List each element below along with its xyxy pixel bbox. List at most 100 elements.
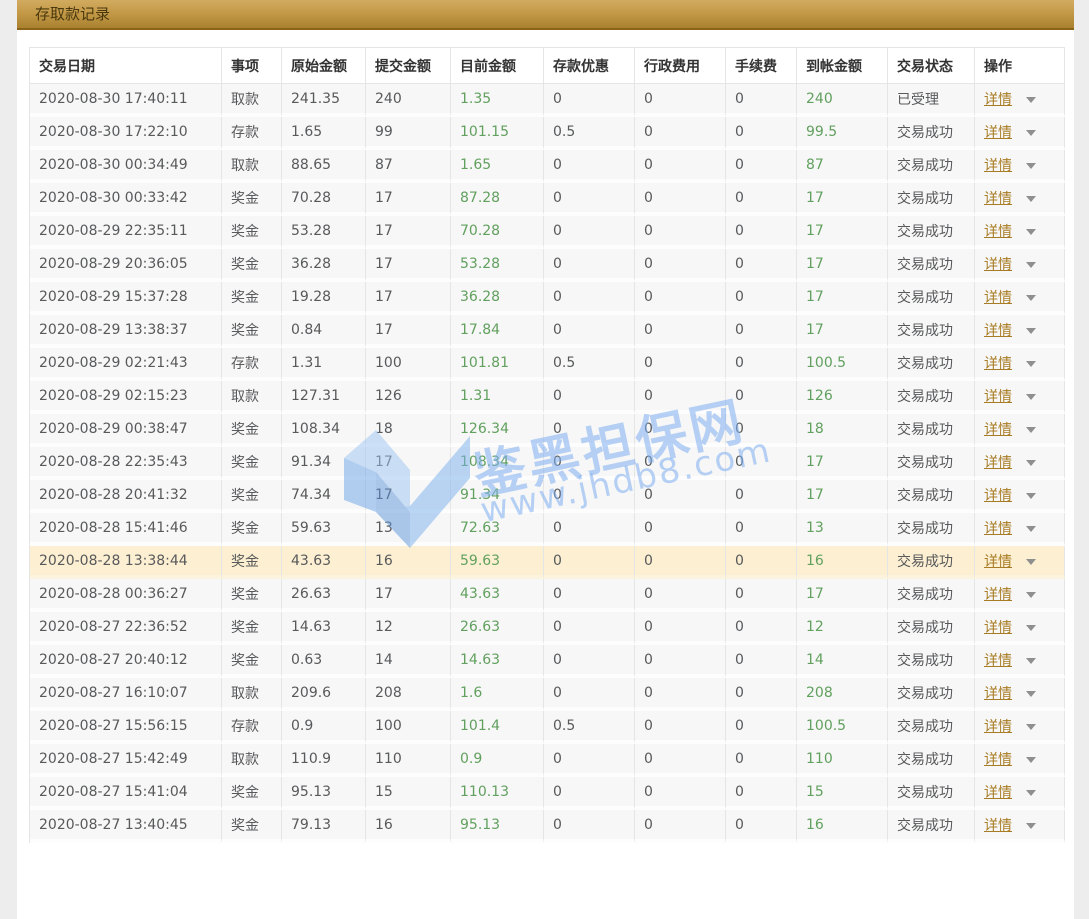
cell-current-amount: 59.63 [451,546,544,579]
cell-item: 奖金 [222,414,282,447]
cell-submitted-amount: 240 [366,84,451,117]
cell-status: 交易成功 [888,612,975,645]
cell-item: 奖金 [222,612,282,645]
cell-original-amount: 0.84 [282,315,366,348]
cell-status: 交易成功 [888,315,975,348]
cell-action: 详情 [975,777,1065,810]
cell-received-amount: 17 [797,216,888,249]
cell-item: 取款 [222,744,282,777]
caret-down-icon[interactable] [1026,361,1036,367]
cell-item: 取款 [222,150,282,183]
detail-link[interactable]: 详情 [984,620,1012,636]
caret-down-icon[interactable] [1026,724,1036,730]
cell-item: 奖金 [222,810,282,843]
table-body: 2020-08-30 17:40:11 取款 241.35 240 1.35 0… [30,84,1065,843]
cell-current-amount: 95.13 [451,810,544,843]
cell-deposit-bonus: 0 [544,777,635,810]
cell-handling-fee: 0 [726,777,797,810]
cell-admin-fee: 0 [635,810,726,843]
col-header-item: 事项 [222,48,282,84]
detail-link[interactable]: 详情 [984,224,1012,240]
detail-link[interactable]: 详情 [984,125,1012,141]
cell-original-amount: 88.65 [282,150,366,183]
detail-link[interactable]: 详情 [984,389,1012,405]
cell-admin-fee: 0 [635,249,726,282]
cell-date: 2020-08-27 15:42:49 [30,744,222,777]
cell-action: 详情 [975,282,1065,315]
caret-down-icon[interactable] [1026,757,1036,763]
detail-link[interactable]: 详情 [984,422,1012,438]
detail-link[interactable]: 详情 [984,455,1012,471]
table-row: 2020-08-29 00:38:47 奖金 108.34 18 126.34 … [30,414,1065,447]
table-row: 2020-08-27 13:40:45 奖金 79.13 16 95.13 0 … [30,810,1065,843]
caret-down-icon[interactable] [1026,295,1036,301]
detail-link[interactable]: 详情 [984,521,1012,537]
cell-admin-fee: 0 [635,744,726,777]
detail-link[interactable]: 详情 [984,752,1012,768]
cell-original-amount: 110.9 [282,744,366,777]
caret-down-icon[interactable] [1026,460,1036,466]
caret-down-icon[interactable] [1026,262,1036,268]
cell-submitted-amount: 126 [366,381,451,414]
caret-down-icon[interactable] [1026,823,1036,829]
caret-down-icon[interactable] [1026,592,1036,598]
detail-link[interactable]: 详情 [984,818,1012,834]
caret-down-icon[interactable] [1026,493,1036,499]
caret-down-icon[interactable] [1026,196,1036,202]
detail-link[interactable]: 详情 [984,191,1012,207]
detail-link[interactable]: 详情 [984,686,1012,702]
records-table: 交易日期 事项 原始金额 提交金额 目前金额 存款优惠 行政费用 手续费 到帐金… [29,47,1065,843]
cell-status: 交易成功 [888,513,975,546]
cell-date: 2020-08-27 16:10:07 [30,678,222,711]
cell-deposit-bonus: 0 [544,579,635,612]
cell-handling-fee: 0 [726,249,797,282]
detail-link[interactable]: 详情 [984,356,1012,372]
cell-action: 详情 [975,117,1065,150]
cell-action: 详情 [975,810,1065,843]
detail-link[interactable]: 详情 [984,323,1012,339]
detail-link[interactable]: 详情 [984,785,1012,801]
caret-down-icon[interactable] [1026,229,1036,235]
caret-down-icon[interactable] [1026,658,1036,664]
detail-link[interactable]: 详情 [984,158,1012,174]
cell-received-amount: 16 [797,810,888,843]
table-row: 2020-08-27 15:41:04 奖金 95.13 15 110.13 0… [30,777,1065,810]
detail-link[interactable]: 详情 [984,488,1012,504]
table-row: 2020-08-29 02:21:43 存款 1.31 100 101.81 0… [30,348,1065,381]
cell-action: 详情 [975,711,1065,744]
caret-down-icon[interactable] [1026,625,1036,631]
caret-down-icon[interactable] [1026,526,1036,532]
detail-link[interactable]: 详情 [984,653,1012,669]
caret-down-icon[interactable] [1026,427,1036,433]
detail-link[interactable]: 详情 [984,587,1012,603]
cell-current-amount: 126.34 [451,414,544,447]
cell-submitted-amount: 100 [366,348,451,381]
detail-link[interactable]: 详情 [984,554,1012,570]
cell-handling-fee: 0 [726,480,797,513]
cell-item: 存款 [222,711,282,744]
cell-received-amount: 17 [797,183,888,216]
caret-down-icon[interactable] [1026,559,1036,565]
caret-down-icon[interactable] [1026,394,1036,400]
caret-down-icon[interactable] [1026,691,1036,697]
cell-item: 存款 [222,348,282,381]
cell-item: 奖金 [222,645,282,678]
cell-current-amount: 101.81 [451,348,544,381]
table-row: 2020-08-28 20:41:32 奖金 74.34 17 91.34 0 … [30,480,1065,513]
detail-link[interactable]: 详情 [984,290,1012,306]
detail-link[interactable]: 详情 [984,257,1012,273]
cell-current-amount: 1.35 [451,84,544,117]
cell-admin-fee: 0 [635,777,726,810]
detail-link[interactable]: 详情 [984,719,1012,735]
caret-down-icon[interactable] [1026,790,1036,796]
cell-received-amount: 17 [797,447,888,480]
detail-link[interactable]: 详情 [984,92,1012,108]
cell-status: 交易成功 [888,414,975,447]
caret-down-icon[interactable] [1026,97,1036,103]
cell-handling-fee: 0 [726,183,797,216]
caret-down-icon[interactable] [1026,328,1036,334]
cell-status: 交易成功 [888,810,975,843]
caret-down-icon[interactable] [1026,130,1036,136]
cell-handling-fee: 0 [726,282,797,315]
caret-down-icon[interactable] [1026,163,1036,169]
